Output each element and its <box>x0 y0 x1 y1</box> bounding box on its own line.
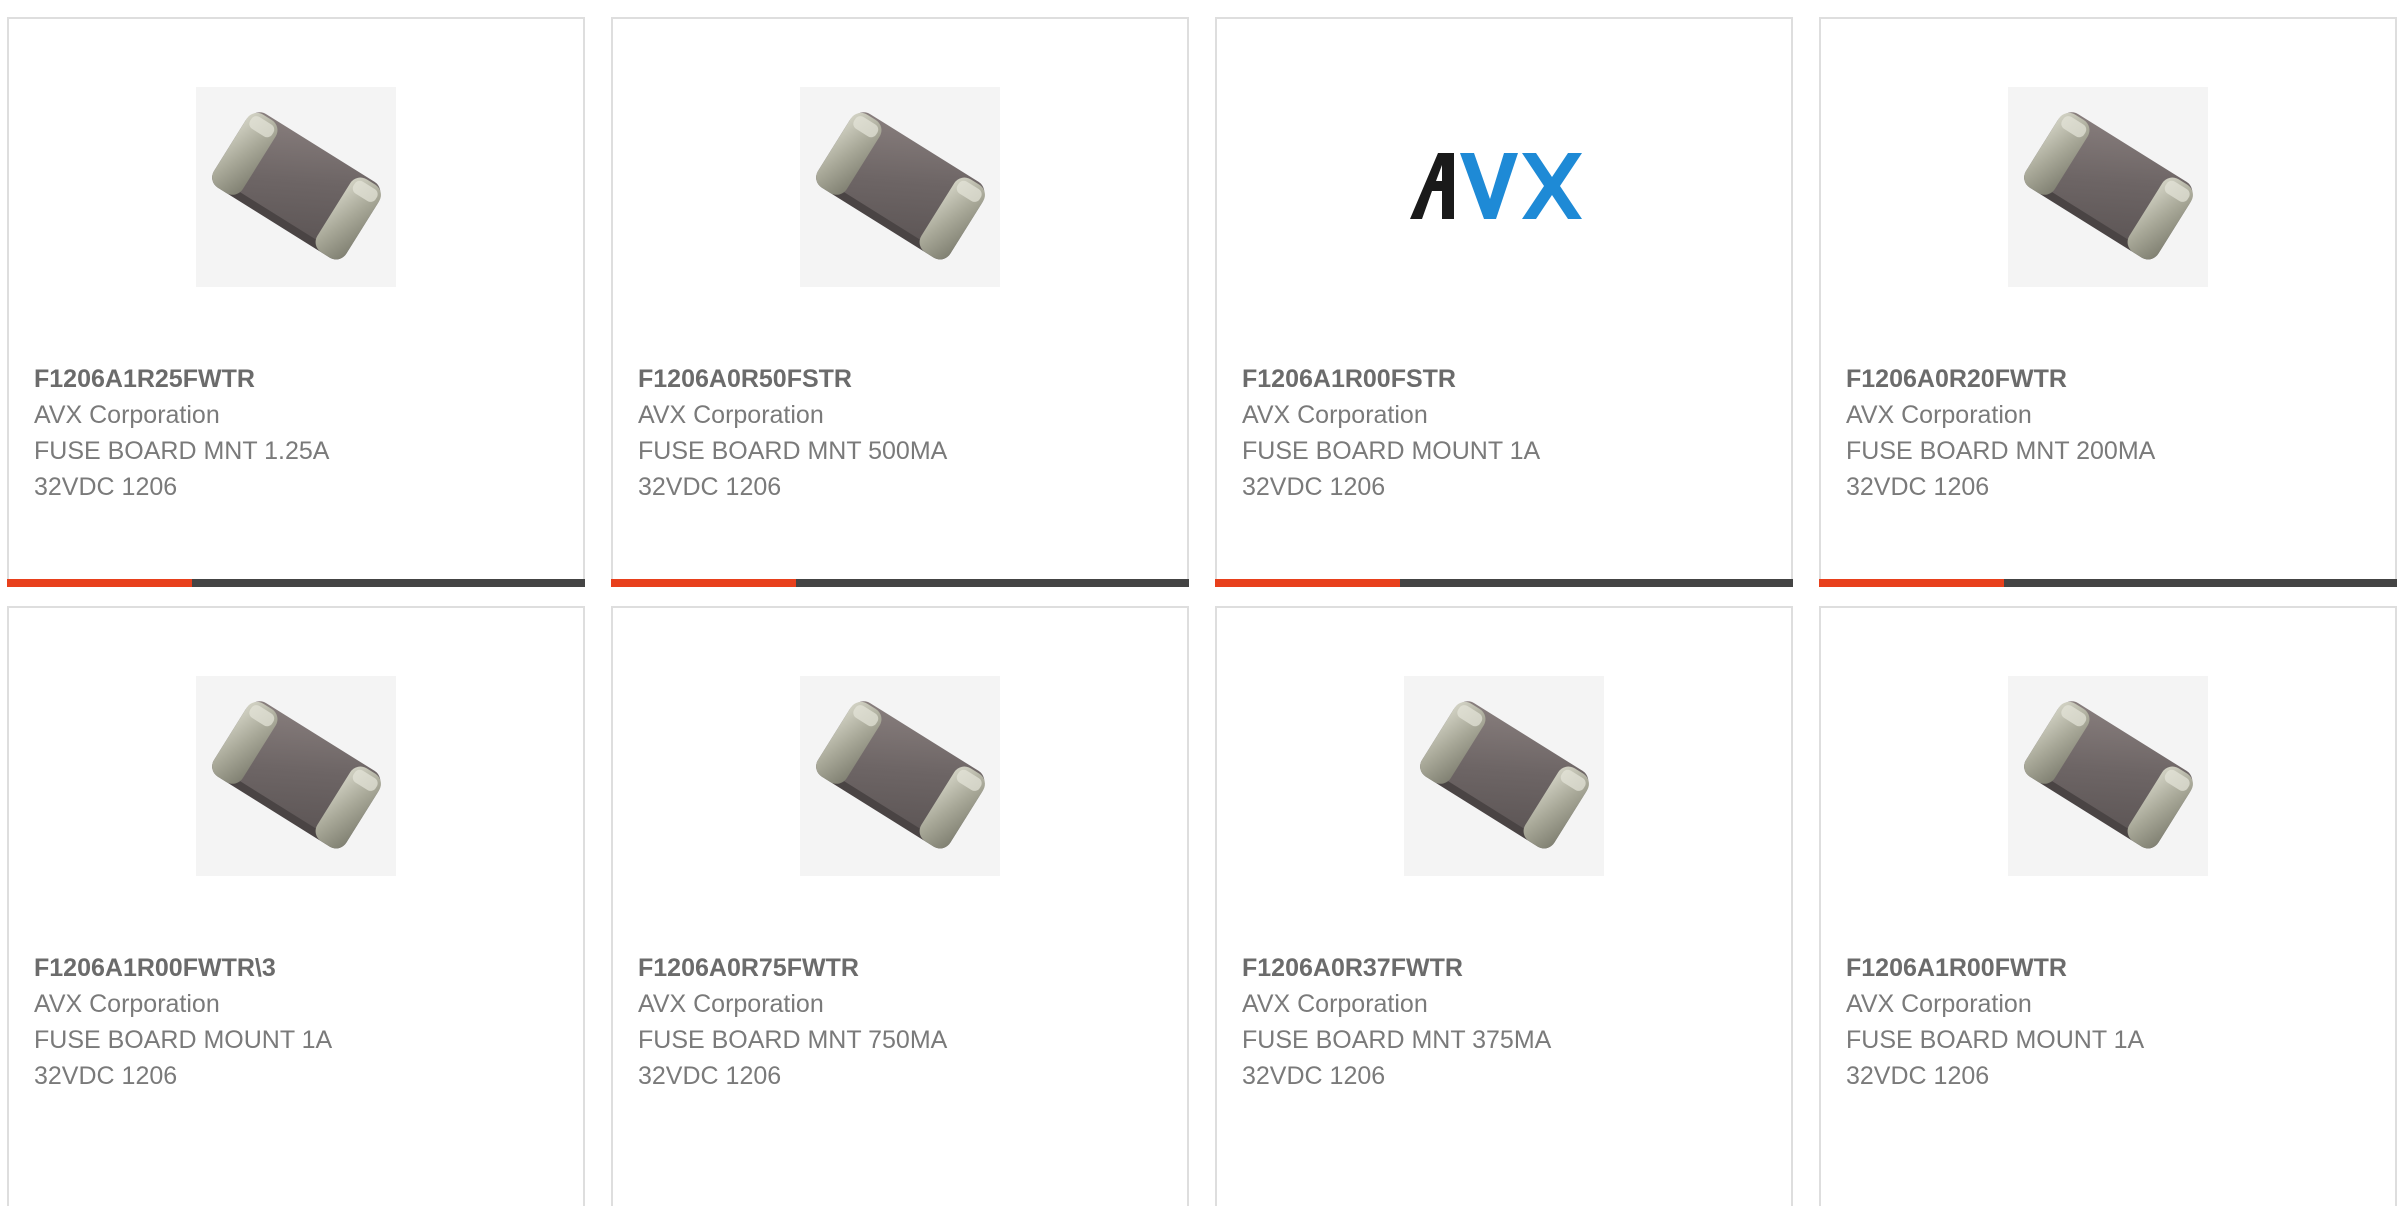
avx-logo <box>1404 87 1604 287</box>
manufacturer: AVX Corporation <box>1846 990 2032 1018</box>
manufacturer: AVX Corporation <box>638 401 824 429</box>
chip-fuse-image <box>2008 87 2208 287</box>
part-number[interactable]: F1206A1R25FWTR <box>34 361 554 397</box>
manufacturer: AVX Corporation <box>34 990 220 1018</box>
product-card[interactable]: F1206A0R50FSTR AVX Corporation FUSE BOAR… <box>611 17 1189 587</box>
progress-fill <box>7 579 192 587</box>
description: FUSE BOARD MNT 500MA 32VDC 1206 <box>638 437 946 501</box>
progress-fill <box>1215 579 1400 587</box>
chip-fuse-image <box>1404 676 1604 876</box>
description: FUSE BOARD MNT 1.25A 32VDC 1206 <box>34 437 329 501</box>
chip-fuse-image <box>196 676 396 876</box>
progress-bar <box>7 579 585 587</box>
part-number[interactable]: F1206A0R50FSTR <box>638 361 1158 397</box>
manufacturer: AVX Corporation <box>638 990 824 1018</box>
chip-fuse-image <box>196 87 396 287</box>
product-card[interactable]: F1206A1R00FWTR AVX Corporation FUSE BOAR… <box>1819 606 2397 1206</box>
chip-fuse-image <box>800 87 1000 287</box>
progress-bar <box>1819 579 2397 587</box>
part-number[interactable]: F1206A0R20FWTR <box>1846 361 2366 397</box>
product-card[interactable]: F1206A1R00FSTR AVX Corporation FUSE BOAR… <box>1215 17 1793 587</box>
part-number[interactable]: F1206A1R00FWTR <box>1846 950 2366 986</box>
progress-fill <box>1819 579 2004 587</box>
product-card[interactable]: F1206A0R75FWTR AVX Corporation FUSE BOAR… <box>611 606 1189 1206</box>
manufacturer: AVX Corporation <box>34 401 220 429</box>
product-card[interactable]: F1206A1R00FWTR\3 AVX Corporation FUSE BO… <box>7 606 585 1206</box>
product-grid: F1206A1R25FWTR AVX Corporation FUSE BOAR… <box>0 0 2400 1206</box>
description: FUSE BOARD MOUNT 1A 32VDC 1206 <box>34 1026 331 1090</box>
progress-fill <box>611 579 796 587</box>
part-number[interactable]: F1206A1R00FWTR\3 <box>34 950 554 986</box>
product-card[interactable]: F1206A0R37FWTR AVX Corporation FUSE BOAR… <box>1215 606 1793 1206</box>
description: FUSE BOARD MNT 375MA 32VDC 1206 <box>1242 1026 1550 1090</box>
progress-bar <box>611 579 1189 587</box>
chip-fuse-image <box>800 676 1000 876</box>
description: FUSE BOARD MNT 750MA 32VDC 1206 <box>638 1026 946 1090</box>
part-number[interactable]: F1206A0R75FWTR <box>638 950 1158 986</box>
manufacturer: AVX Corporation <box>1242 401 1428 429</box>
manufacturer: AVX Corporation <box>1846 401 2032 429</box>
description: FUSE BOARD MNT 200MA 32VDC 1206 <box>1846 437 2154 501</box>
description: FUSE BOARD MOUNT 1A 32VDC 1206 <box>1846 1026 2143 1090</box>
part-number[interactable]: F1206A1R00FSTR <box>1242 361 1762 397</box>
progress-bar <box>1215 579 1793 587</box>
description: FUSE BOARD MOUNT 1A 32VDC 1206 <box>1242 437 1539 501</box>
chip-fuse-image <box>2008 676 2208 876</box>
product-card[interactable]: F1206A1R25FWTR AVX Corporation FUSE BOAR… <box>7 17 585 587</box>
part-number[interactable]: F1206A0R37FWTR <box>1242 950 1762 986</box>
manufacturer: AVX Corporation <box>1242 990 1428 1018</box>
product-card[interactable]: F1206A0R20FWTR AVX Corporation FUSE BOAR… <box>1819 17 2397 587</box>
